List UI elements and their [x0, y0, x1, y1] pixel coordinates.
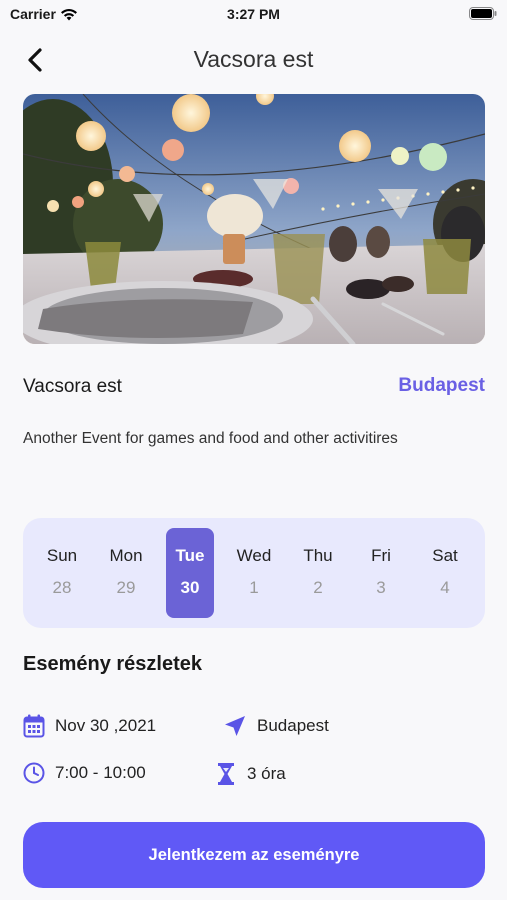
event-city-link[interactable]: Budapest	[398, 375, 485, 397]
day-name: Sat	[432, 546, 458, 565]
day-wed[interactable]: Wed 1	[230, 528, 278, 618]
day-name: Wed	[236, 546, 272, 565]
day-mon[interactable]: Mon 29	[102, 528, 150, 618]
status-bar: Carrier 3:27 PM	[0, 0, 507, 28]
detail-location: Budapest	[223, 714, 329, 738]
detail-duration: 3 óra	[215, 762, 286, 786]
detail-time: 7:00 - 10:00	[23, 762, 146, 784]
event-image	[23, 94, 485, 344]
day-date: 4	[440, 578, 450, 597]
day-date: 28	[52, 578, 72, 597]
day-tue-selected[interactable]: Tue 30	[166, 528, 214, 618]
day-name: Thu	[303, 546, 333, 565]
day-date: 29	[116, 578, 136, 597]
event-date: Nov 30 ,2021	[55, 716, 157, 735]
page-title: Vacsora est	[193, 46, 314, 72]
event-time: 7:00 - 10:00	[55, 763, 146, 782]
day-date: 3	[376, 578, 386, 597]
day-sun[interactable]: Sun 28	[38, 528, 86, 618]
calendar-icon	[23, 714, 45, 738]
event-description: Another Event for games and food and oth…	[23, 430, 398, 447]
day-sat[interactable]: Sat 4	[421, 528, 469, 618]
battery-icon	[469, 7, 497, 23]
day-date: 30	[180, 578, 200, 597]
day-name: Sun	[46, 546, 78, 565]
event-location: Budapest	[257, 716, 329, 735]
location-arrow-icon	[225, 716, 245, 736]
day-name: Tue	[175, 546, 205, 565]
clock-icon	[23, 762, 45, 784]
event-duration: 3 óra	[247, 764, 286, 783]
week-calendar: Sun 28 Mon 29 Tue 30 Wed 1 Thu 2 Fri 3 S…	[23, 518, 485, 628]
day-thu[interactable]: Thu 2	[294, 528, 342, 618]
status-time: 3:27 PM	[227, 6, 280, 22]
hourglass-icon	[218, 763, 234, 785]
navigation-bar: Vacsora est	[0, 36, 507, 84]
day-fri[interactable]: Fri 3	[357, 528, 405, 618]
day-name: Mon	[109, 546, 143, 565]
day-name: Fri	[371, 546, 391, 565]
register-button[interactable]: Jelentkezem az eseményre	[23, 822, 485, 888]
detail-date: Nov 30 ,2021	[23, 714, 156, 738]
day-date: 2	[313, 578, 323, 597]
day-date: 1	[249, 578, 259, 597]
event-title: Vacsora est	[23, 376, 122, 397]
details-heading: Esemény részletek	[23, 653, 203, 675]
